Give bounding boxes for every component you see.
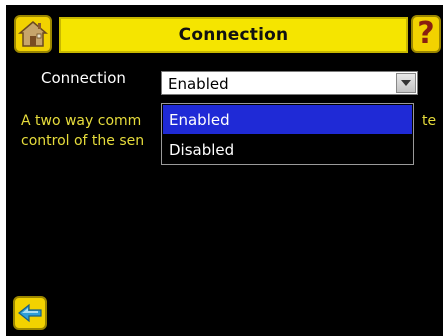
back-arrow-icon [18, 303, 42, 323]
home-icon [18, 21, 48, 47]
chevron-down-icon [401, 80, 411, 86]
back-button[interactable] [13, 296, 47, 330]
sensor-screen: Connection ? Connection A two way comm t… [6, 5, 443, 336]
dropdown-option-enabled[interactable]: Enabled [163, 105, 412, 134]
connection-label: Connection [41, 69, 126, 87]
dropdown-option-disabled[interactable]: Disabled [163, 135, 412, 164]
page-title: Connection [178, 25, 289, 45]
connection-select[interactable]: Enabled [161, 71, 418, 95]
title-bar: Connection ? [6, 5, 443, 59]
description-line-1-end: te [422, 113, 437, 129]
help-button[interactable]: ? [411, 15, 441, 53]
title-band: Connection [59, 17, 408, 53]
connection-dropdown-list: Enabled Disabled [161, 103, 414, 165]
connection-select-value: Enabled [168, 75, 229, 93]
home-button[interactable] [14, 15, 52, 53]
dropdown-arrow-button[interactable] [396, 73, 416, 93]
help-question-icon: ? [417, 16, 435, 51]
